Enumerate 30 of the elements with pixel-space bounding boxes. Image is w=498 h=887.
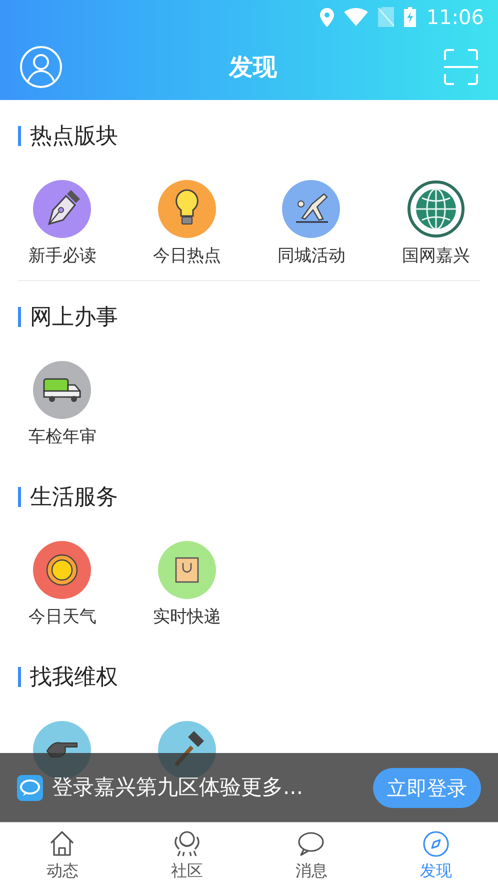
section-title: 生活服务 xyxy=(30,484,118,512)
status-time: 11:06 xyxy=(426,7,484,27)
feature-label[interactable]: 新手必读 xyxy=(28,245,96,267)
tab[interactable]: 消息 xyxy=(249,823,374,887)
location-icon xyxy=(320,8,334,26)
battery-icon xyxy=(404,7,416,27)
page-title: 发现 xyxy=(229,52,277,83)
section-title: 找我维权 xyxy=(30,664,118,692)
section-marker xyxy=(18,307,21,327)
compass-icon xyxy=(420,829,451,859)
feature-label[interactable]: 今日热点 xyxy=(152,245,221,267)
chat-app-icon xyxy=(17,774,43,800)
section-marker xyxy=(18,126,21,146)
section-marker xyxy=(18,667,21,687)
feature-label[interactable]: 今日天气 xyxy=(28,606,96,628)
tab[interactable]: 动态 xyxy=(0,823,124,887)
chat-bubble-icon xyxy=(296,829,326,859)
wifi-icon xyxy=(344,8,368,26)
login-prompt: 登录嘉兴第九区体验更多... xyxy=(52,774,304,801)
section-marker xyxy=(18,487,21,507)
feature-label[interactable]: 国网嘉兴 xyxy=(402,245,470,267)
section-title: 热点版块 xyxy=(30,122,118,150)
tab[interactable]: 社区 xyxy=(124,823,249,887)
no-sim-icon xyxy=(378,7,394,27)
feature-label[interactable]: 同城活动 xyxy=(277,245,346,267)
feature-label[interactable]: 实时快递 xyxy=(152,606,221,628)
section-title: 网上办事 xyxy=(30,304,118,332)
people-icon xyxy=(172,829,202,859)
profile-icon[interactable] xyxy=(20,46,62,88)
feature-label[interactable]: 车检年审 xyxy=(28,426,96,448)
